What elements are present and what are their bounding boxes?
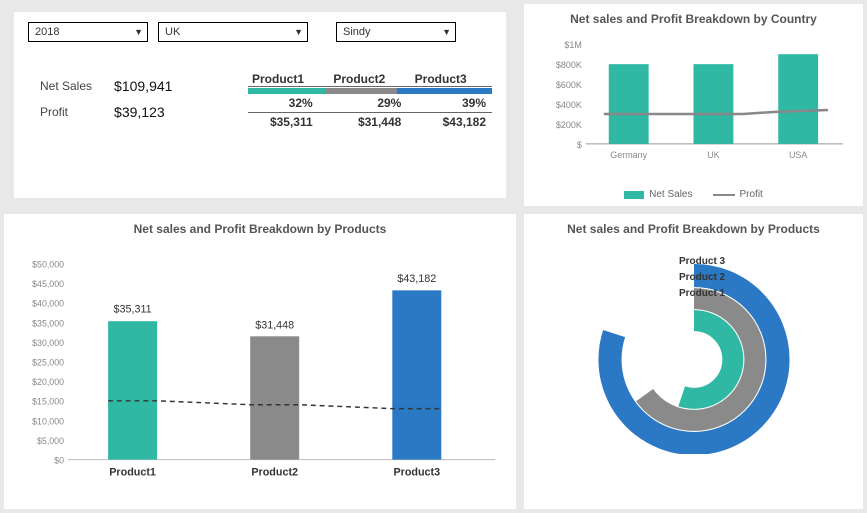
- svg-text:$: $: [577, 140, 582, 150]
- products-bar-chart: $50,000 $45,000 $40,000 $35,000 $30,000 …: [14, 244, 506, 489]
- svg-text:$20,000: $20,000: [32, 377, 64, 387]
- svg-text:$200K: $200K: [556, 120, 582, 130]
- svg-text:Germany: Germany: [610, 150, 647, 160]
- rep-value: Sindy: [343, 26, 371, 38]
- svg-text:$0: $0: [54, 456, 64, 466]
- product-breakdown-table: Product1 Product2 Product3 32% 29% 39%: [248, 72, 492, 131]
- legend-profit: Profit: [740, 189, 763, 200]
- svg-text:Product3: Product3: [393, 466, 440, 478]
- amt-product3: $43,182: [421, 113, 492, 131]
- chevron-down-icon: ▼: [134, 27, 143, 37]
- amt-product2: $31,448: [337, 113, 422, 131]
- rep-select[interactable]: Sindy ▼: [336, 22, 456, 42]
- svg-text:$35,000: $35,000: [32, 318, 64, 328]
- chevron-down-icon: ▼: [294, 27, 303, 37]
- profit-label: Profit: [30, 100, 102, 124]
- svg-text:$1M: $1M: [564, 40, 581, 50]
- country-chart-legend: Net Sales Profit: [534, 189, 853, 200]
- svg-text:USA: USA: [789, 150, 807, 160]
- legend-net-sales: Net Sales: [649, 189, 692, 200]
- pct-product3: 39%: [421, 94, 492, 112]
- pct-product1: 32%: [248, 94, 337, 112]
- country-bar-chart: $1M $800K $600K $400K $200K $ Germany UK…: [534, 34, 853, 184]
- col-product3: Product3: [411, 72, 492, 86]
- filter-bar: 2018 ▼ UK ▼ Sindy ▼: [28, 22, 492, 42]
- country-chart-title: Net sales and Profit Breakdown by Countr…: [534, 12, 853, 26]
- products-donut-title: Net sales and Profit Breakdown by Produc…: [534, 222, 853, 236]
- svg-text:$400K: $400K: [556, 100, 582, 110]
- svg-text:$25,000: $25,000: [32, 358, 64, 368]
- svg-text:$50,000: $50,000: [32, 260, 64, 270]
- chevron-down-icon: ▼: [442, 27, 451, 37]
- amt-product1: $35,311: [248, 113, 337, 131]
- year-value: 2018: [35, 26, 59, 38]
- pct-product2: 29%: [337, 94, 422, 112]
- products-bar-title: Net sales and Profit Breakdown by Produc…: [14, 222, 506, 236]
- bar-label-p1: $35,311: [114, 304, 152, 316]
- svg-text:$800K: $800K: [556, 60, 582, 70]
- svg-text:$5,000: $5,000: [37, 436, 64, 446]
- svg-text:$10,000: $10,000: [32, 416, 64, 426]
- country-select[interactable]: UK ▼: [158, 22, 308, 42]
- col-product2: Product2: [329, 72, 410, 86]
- kpi-block: Net Sales $109,941 Profit $39,123: [28, 72, 248, 131]
- svg-text:$40,000: $40,000: [32, 299, 64, 309]
- svg-text:$15,000: $15,000: [32, 397, 64, 407]
- svg-text:Product1: Product1: [109, 466, 156, 478]
- products-bar-panel: Net sales and Profit Breakdown by Produc…: [4, 214, 516, 509]
- donut-label-p2: Product 2: [679, 270, 725, 286]
- bar-label-p3: $43,182: [397, 273, 436, 285]
- col-product1: Product1: [248, 72, 329, 86]
- bar-label-p2: $31,448: [255, 319, 294, 331]
- net-sales-label: Net Sales: [30, 74, 102, 98]
- country-chart-panel: Net sales and Profit Breakdown by Countr…: [524, 4, 863, 206]
- donut-label-p3: Product 3: [679, 254, 725, 270]
- svg-text:Product2: Product2: [251, 466, 298, 478]
- svg-text:$600K: $600K: [556, 80, 582, 90]
- svg-text:$45,000: $45,000: [32, 279, 64, 289]
- year-select[interactable]: 2018 ▼: [28, 22, 148, 42]
- profit-value: $39,123: [104, 100, 182, 124]
- donut-label-p1: Product 1: [679, 286, 725, 302]
- svg-text:$30,000: $30,000: [32, 338, 64, 348]
- svg-text:UK: UK: [707, 150, 719, 160]
- net-sales-value: $109,941: [104, 74, 182, 98]
- country-value: UK: [165, 26, 180, 38]
- products-donut-panel: Net sales and Profit Breakdown by Produc…: [524, 214, 863, 509]
- filters-metrics-panel: 2018 ▼ UK ▼ Sindy ▼ Net Sales: [4, 4, 516, 206]
